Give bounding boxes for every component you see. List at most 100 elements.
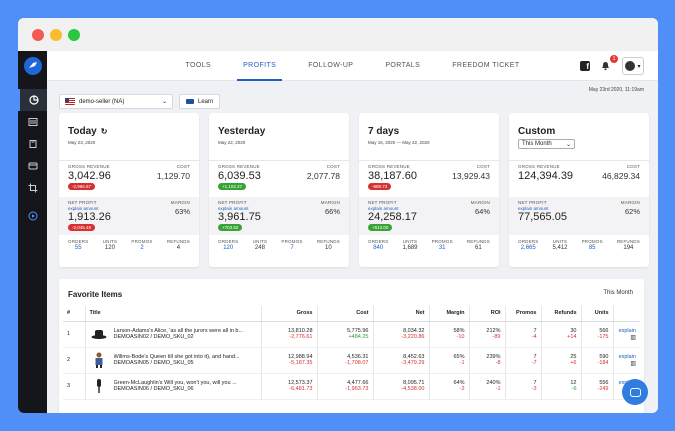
tab-profits[interactable]: PROFITS (227, 51, 292, 81)
app-logo-icon[interactable] (23, 57, 42, 75)
net-profit-value: 1,913.26 (68, 211, 111, 223)
column-header-roi[interactable]: ROI (469, 306, 506, 322)
column-header-gross[interactable]: Gross (261, 306, 318, 322)
net-profit-value: 77,565.05 (518, 211, 567, 223)
margin-label: MARGIN (470, 200, 490, 205)
gross-revenue-value: 6,039.53 (218, 170, 261, 182)
card-stats: ORDERS 840 UNITS 1,689 PROMOS 31 REFUNDS 61 (368, 239, 490, 251)
seller-select[interactable]: demo-seller (NA) ⌄ (59, 94, 173, 109)
card-title: 7 days (368, 126, 400, 137)
sidebar (18, 51, 47, 413)
stat-promos[interactable]: PROMOS 7 (281, 239, 302, 251)
summary-cards: Today ↻ May 23, 2020 GROSS REVENUE COST 3… (59, 113, 649, 267)
column-header-refunds[interactable]: Refunds (541, 306, 582, 322)
stat-refunds: REFUNDS 10 (316, 239, 340, 251)
maximize-window-button[interactable] (68, 28, 80, 41)
stat-orders[interactable]: ORDERS 120 (218, 239, 238, 251)
minimize-window-button[interactable] (50, 28, 62, 41)
margin-value: 63% (174, 207, 190, 216)
margin-cell: 58% -10 (429, 321, 470, 348)
bar-chart-icon[interactable]: ▥ (618, 334, 636, 341)
stat-promos[interactable]: PROMOS 85 (582, 239, 603, 251)
column-header-margin[interactable]: Margin (429, 306, 470, 322)
stat-orders[interactable]: ORDERS 2,665 (518, 239, 538, 251)
column-header-promos[interactable]: Promos (505, 306, 542, 322)
explain-link[interactable]: explain (618, 328, 636, 334)
refunds-cell: 12 -6 (541, 373, 582, 400)
refresh-icon[interactable]: ↻ (101, 127, 108, 136)
notifications-button[interactable]: 1 (600, 55, 618, 72)
sidebar-item-dashboard[interactable] (18, 89, 47, 111)
units-cell: 590 -184 (581, 347, 614, 374)
roi-cell: 240% -1 (469, 373, 506, 400)
row-number: 1 (63, 321, 86, 348)
gross-change-badge: +1,102.27 (218, 183, 247, 190)
nav-icons: f 1 ▾ (580, 55, 644, 75)
tab-tools[interactable]: TOOLS (170, 51, 228, 81)
book-icon (29, 140, 36, 148)
explain-link[interactable]: explain (618, 354, 636, 360)
facebook-icon[interactable]: f (580, 61, 590, 71)
divider (509, 160, 649, 161)
chat-button[interactable] (622, 379, 648, 405)
column-header-number[interactable]: # (63, 306, 86, 322)
gross-revenue-label: GROSS REVENUE (68, 164, 110, 169)
column-header-title[interactable]: Title (85, 306, 262, 322)
card-stats: ORDERS 55 UNITS 120 PROMOS 2 REFUNDS 4 (68, 239, 190, 251)
stat-orders[interactable]: ORDERS 840 (368, 239, 388, 251)
sidebar-item-billing[interactable] (18, 155, 47, 177)
tab-freedom-ticket[interactable]: FREEDOM TICKET (436, 51, 535, 81)
stat-orders[interactable]: ORDERS 55 (68, 239, 88, 251)
column-header-net[interactable]: Net (373, 306, 430, 322)
close-window-button[interactable] (32, 28, 44, 41)
cost-label: COST (626, 164, 640, 169)
column-header-units[interactable]: Units (581, 306, 614, 322)
card-title: Yesterday (218, 126, 266, 137)
table-row[interactable]: 1 Larson-Adams's Alice, 'as all the juro… (63, 321, 640, 348)
favorite-items-title: Favorite Items (68, 290, 123, 299)
sidebar-item-videos[interactable] (18, 205, 47, 227)
stat-units: UNITS 248 (252, 239, 268, 251)
user-menu[interactable]: ▾ (622, 57, 644, 75)
sidebar-item-repricer[interactable] (18, 177, 47, 199)
product-cell[interactable]: Larson-Adams's Alice, 'as all the jurors… (85, 321, 262, 348)
product-cell[interactable]: Willms-Bode's Queen till she got into it… (85, 347, 262, 374)
sidebar-item-books[interactable] (18, 133, 47, 155)
table-row[interactable]: 3 Green-McLaughlin's Will you, won't you… (63, 373, 640, 400)
chat-bubble-icon (629, 387, 641, 397)
product-sku: DEMOASIN05 / DEMO_SKU_05 (113, 360, 194, 366)
learn-button[interactable]: Learn (179, 94, 221, 109)
column-header-cost[interactable]: Cost (317, 306, 374, 322)
roi-cell: 212% -89 (469, 321, 506, 348)
gross-cell: 12,573.37 -6,481.73 (261, 373, 318, 400)
summary-card-7-days: 7 days May 16, 2020 — May 22, 2020 GROSS… (359, 113, 499, 267)
stat-refunds: REFUNDS 4 (166, 239, 190, 251)
divider (209, 160, 349, 161)
stat-promos[interactable]: PROMOS 2 (131, 239, 152, 251)
sidebar-item-inventory[interactable] (18, 111, 47, 133)
bar-chart-icon[interactable]: ▥ (618, 360, 636, 367)
cost-label: COST (476, 164, 490, 169)
net-profit-label: NET PROFIT (518, 200, 547, 205)
pie-chart-icon (28, 95, 39, 105)
stat-units: UNITS 120 (102, 239, 118, 251)
table-row[interactable]: 2 Willms-Bode's Queen till she got into … (63, 347, 640, 374)
promos-cell: 7 -3 (505, 373, 542, 400)
summary-card-today: Today ↻ May 23, 2020 GROSS REVENUE COST 3… (59, 113, 199, 267)
stat-promos[interactable]: PROMOS 31 (432, 239, 453, 251)
card-title: Today ↻ (68, 126, 108, 137)
product-cell[interactable]: Green-McLaughlin's Will you, won't you, … (85, 373, 262, 400)
period-select[interactable]: This Month ⌄ (518, 139, 575, 149)
actions-cell: explain▥ (613, 321, 640, 348)
chevron-down-icon: ⌄ (161, 99, 167, 105)
barcode-icon (28, 118, 37, 126)
tab-follow-up[interactable]: FOLLOW-UP (292, 51, 369, 81)
margin-value: 64% (474, 207, 490, 216)
mic-icon (90, 377, 108, 395)
refunds-cell: 25 +6 (541, 347, 582, 374)
net-change-badge: +703.82 (218, 224, 243, 231)
net-profit-value: 3,961.75 (218, 211, 261, 223)
net-cell: 8,034.32 -3,220.86 (373, 321, 430, 348)
tab-portals[interactable]: PORTALS (369, 51, 436, 81)
gross-cell: 12,988.94 -5,187.35 (261, 347, 318, 374)
